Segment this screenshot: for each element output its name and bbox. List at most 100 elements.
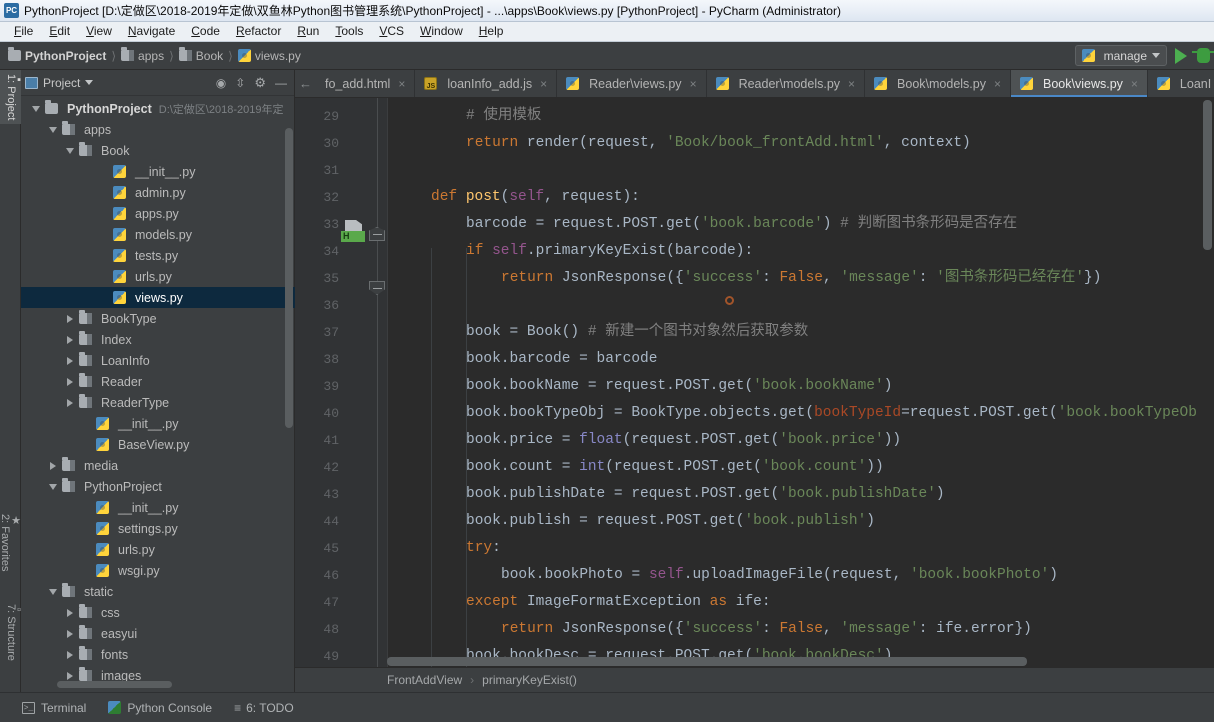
- fold-end-marker-icon[interactable]: [369, 227, 385, 241]
- chevron-right-icon[interactable]: [63, 356, 77, 365]
- close-icon[interactable]: ×: [540, 77, 547, 91]
- tree-item-apps[interactable]: apps: [21, 119, 295, 140]
- menu-code[interactable]: Code: [183, 22, 228, 41]
- tree-item-settings-py[interactable]: settings.py: [21, 518, 295, 539]
- tree-item---init---py[interactable]: __init__.py: [21, 497, 295, 518]
- tree-item-models-py[interactable]: models.py: [21, 224, 295, 245]
- chevron-down-icon[interactable]: [29, 105, 43, 112]
- project-tree[interactable]: PythonProject D:\定做区\2018-2019年定 apps Book _…: [21, 96, 295, 692]
- chevron-right-icon[interactable]: [63, 335, 77, 344]
- editor-tab-reader-views-py[interactable]: Reader\views.py ×: [557, 70, 707, 97]
- menu-edit[interactable]: Edit: [41, 22, 78, 41]
- method-marker-icon[interactable]: [725, 296, 734, 305]
- tree-item-book[interactable]: Book: [21, 140, 295, 161]
- breadcrumb-class[interactable]: FrontAddView: [387, 673, 462, 687]
- chevron-right-icon[interactable]: [63, 608, 77, 617]
- chevron-down-icon[interactable]: [63, 147, 77, 154]
- tree-item---init---py[interactable]: __init__.py: [21, 161, 295, 182]
- menu-window[interactable]: Window: [412, 22, 471, 41]
- tree-item-pythonproject[interactable]: PythonProject: [21, 476, 295, 497]
- menu-vcs[interactable]: VCS: [371, 22, 412, 41]
- editor-tab-book-models-py[interactable]: Book\models.py ×: [865, 70, 1011, 97]
- html-template-marker-icon[interactable]: H: [341, 220, 369, 242]
- scrollbar-thumb[interactable]: [285, 128, 293, 428]
- chevron-left-icon[interactable]: ←: [295, 70, 316, 97]
- chevron-right-icon[interactable]: [63, 671, 77, 680]
- close-icon[interactable]: ×: [994, 77, 1001, 91]
- close-icon[interactable]: ×: [848, 77, 855, 91]
- chevron-right-icon[interactable]: [46, 461, 60, 470]
- locate-icon[interactable]: ◉: [216, 77, 226, 89]
- editor-vertical-scrollbar[interactable]: [1203, 100, 1212, 250]
- tree-item-pythonproject[interactable]: PythonProject D:\定做区\2018-2019年定: [21, 98, 295, 119]
- tree-item-readertype[interactable]: ReaderType: [21, 392, 295, 413]
- sidebar-tab-structure[interactable]: ▫ 7: Structure: [0, 600, 21, 665]
- tree-item---init---py[interactable]: __init__.py: [21, 413, 295, 434]
- chevron-right-icon[interactable]: [63, 398, 77, 407]
- menu-run[interactable]: Run: [289, 22, 327, 41]
- editor-tab-loaninfo_add-js[interactable]: JS loanInfo_add.js ×: [415, 70, 558, 97]
- project-tree-vertical-scrollbar[interactable]: [285, 98, 293, 658]
- tree-item-apps-py[interactable]: apps.py: [21, 203, 295, 224]
- menu-refactor[interactable]: Refactor: [228, 22, 289, 41]
- menu-view[interactable]: View: [78, 22, 120, 41]
- tree-item-css[interactable]: css: [21, 602, 295, 623]
- close-icon[interactable]: ×: [690, 77, 697, 91]
- chevron-right-icon[interactable]: [63, 629, 77, 638]
- tree-item-admin-py[interactable]: admin.py: [21, 182, 295, 203]
- editor-tab-loani[interactable]: LoanI: [1148, 70, 1214, 97]
- tree-item-fonts[interactable]: fonts: [21, 644, 295, 665]
- chevron-down-icon[interactable]: [46, 126, 60, 133]
- editor-tab-fo_add-html[interactable]: fo_add.html ×: [316, 70, 416, 97]
- sidebar-tab-favorites[interactable]: ★ 2: Favorites: [0, 510, 21, 575]
- code-editor[interactable]: H 29 30 31 32 33 34 35 36 37 38 39 40 41 42 43 44 45 46 47…: [295, 98, 1214, 667]
- editor-tab-book-views-py[interactable]: Book\views.py ×: [1011, 70, 1148, 97]
- fold-start-marker-icon[interactable]: [369, 281, 385, 295]
- tree-item-loaninfo[interactable]: LoanInfo: [21, 350, 295, 371]
- sidebar-tab-project[interactable]: ▪ 1: Project: [0, 70, 21, 125]
- tree-item-wsgi-py[interactable]: wsgi.py: [21, 560, 295, 581]
- tree-item-views-py[interactable]: views.py: [21, 287, 295, 308]
- tree-item-urls-py[interactable]: urls.py: [21, 539, 295, 560]
- tree-item-static[interactable]: static: [21, 581, 295, 602]
- menu-tools[interactable]: Tools: [327, 22, 371, 41]
- editor-tab-reader-models-py[interactable]: Reader\models.py ×: [707, 70, 866, 97]
- chevron-down-icon[interactable]: [46, 588, 60, 595]
- tree-item-index[interactable]: Index: [21, 329, 295, 350]
- menu-help[interactable]: Help: [471, 22, 512, 41]
- breadcrumb-item-book[interactable]: Book: [178, 47, 223, 63]
- tree-item-urls-py[interactable]: urls.py: [21, 266, 295, 287]
- chevron-right-icon[interactable]: [63, 377, 77, 386]
- breadcrumb-method[interactable]: primaryKeyExist(): [482, 673, 577, 687]
- code-text-area[interactable]: # 使用模板 return render(request, 'Book/book_…: [388, 98, 1214, 667]
- bottom-tab-todo[interactable]: ≡ 6: TODO: [234, 701, 294, 715]
- tree-item-reader[interactable]: Reader: [21, 371, 295, 392]
- collapse-all-icon[interactable]: ⇳: [235, 77, 245, 89]
- project-panel-title[interactable]: Project: [25, 76, 94, 90]
- tree-item-media[interactable]: media: [21, 455, 295, 476]
- tree-item-tests-py[interactable]: tests.py: [21, 245, 295, 266]
- close-icon[interactable]: ×: [1131, 77, 1138, 91]
- bottom-tab-terminal[interactable]: >_ Terminal: [22, 701, 86, 715]
- debug-button[interactable]: [1192, 48, 1214, 63]
- chevron-right-icon[interactable]: [63, 650, 77, 659]
- editor-horizontal-scrollbar[interactable]: [387, 657, 1027, 666]
- menu-navigate[interactable]: Navigate: [120, 22, 183, 41]
- run-button[interactable]: [1175, 47, 1187, 64]
- tree-item-booktype[interactable]: BookType: [21, 308, 295, 329]
- breadcrumb-item-apps[interactable]: apps: [121, 47, 164, 63]
- breadcrumb-item-file[interactable]: views.py: [237, 49, 301, 63]
- tree-item-baseview-py[interactable]: BaseView.py: [21, 434, 295, 455]
- settings-gear-icon[interactable]: ⚙: [254, 76, 266, 89]
- close-icon[interactable]: ×: [398, 77, 405, 91]
- bottom-tab-python-console[interactable]: Python Console: [108, 701, 212, 715]
- hide-icon[interactable]: —: [275, 77, 287, 89]
- editor-gutter[interactable]: H 29 30 31 32 33 34 35 36 37 38 39 40 41 42 43 44 45 46 47…: [295, 98, 388, 667]
- project-tree-horizontal-scrollbar[interactable]: [57, 681, 172, 688]
- chevron-down-icon[interactable]: [46, 483, 60, 490]
- chevron-right-icon[interactable]: [63, 314, 77, 323]
- tree-item-easyui[interactable]: easyui: [21, 623, 295, 644]
- breadcrumb-item-project[interactable]: PythonProject: [8, 47, 106, 63]
- menu-file[interactable]: File: [6, 22, 41, 41]
- run-configuration-selector[interactable]: manage: [1074, 45, 1167, 66]
